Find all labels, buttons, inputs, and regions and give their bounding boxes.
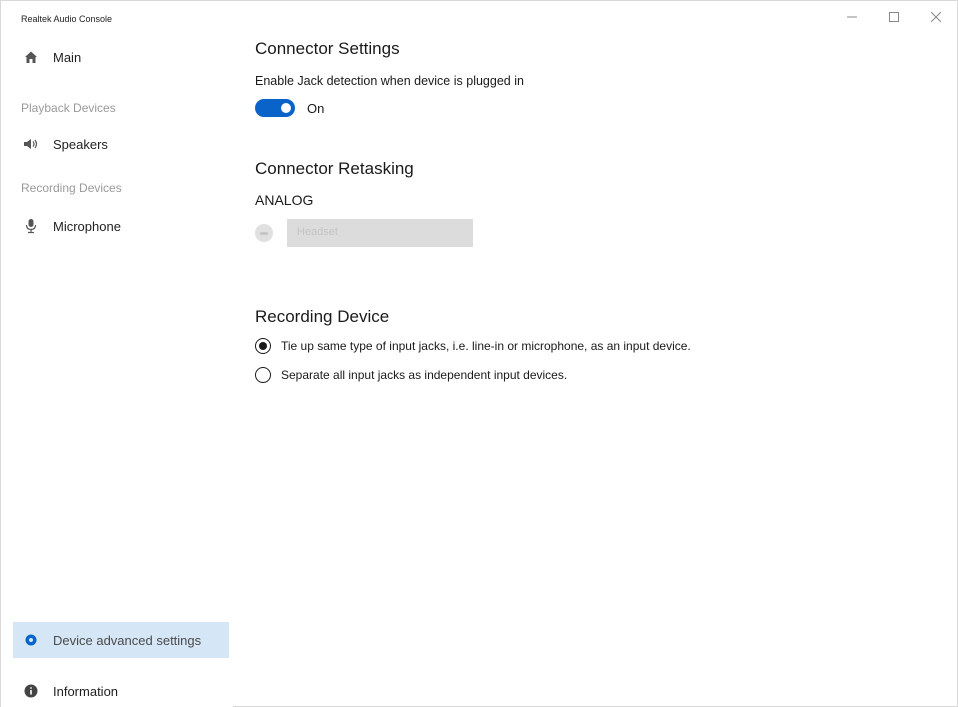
sidebar-item-speakers[interactable]: Speakers [1,126,233,162]
toggle-state-label: On [307,100,325,116]
sidebar-item-label: Microphone [53,218,121,234]
microphone-icon [23,218,39,234]
recording-device-heading: Recording Device [255,307,390,326]
retasking-row: Headset [255,219,473,247]
radio-tie-up-jacks[interactable]: Tie up same type of input jacks, i.e. li… [255,338,691,354]
sidebar-item-main[interactable]: Main [1,39,233,75]
jack-detection-toggle[interactable] [255,99,295,117]
jack-detection-toggle-row[interactable]: On [255,99,324,117]
sidebar-item-label: Information [53,683,119,699]
gear-icon [23,632,39,648]
speaker-icon [23,136,39,152]
analog-label: ANALOG [255,192,314,208]
retasking-select: Headset [287,219,473,247]
sidebar-item-label: Main [53,49,82,65]
minimize-button[interactable] [831,1,873,33]
window-controls [831,1,957,33]
sidebar-item-information[interactable]: Information [1,673,233,707]
app-title: Realtek Audio Console [21,14,113,24]
sidebar-item-label: Speakers [53,136,108,152]
maximize-icon [889,12,899,22]
title-bar: Realtek Audio Console [1,1,957,33]
radio-button-checked[interactable] [255,338,271,354]
minimize-icon [847,16,857,18]
app-window: Realtek Audio Console Main Playback Devi… [0,0,958,707]
sidebar-item-device-advanced-settings[interactable]: Device advanced settings [13,622,229,658]
maximize-button[interactable] [873,1,915,33]
home-icon [23,49,39,65]
connector-retasking-heading: Connector Retasking [255,159,414,178]
close-button[interactable] [915,1,957,33]
radio-button-unchecked[interactable] [255,367,271,383]
sidebar-item-label: Device advanced settings [53,632,202,648]
jack-icon [255,224,273,242]
radio-label: Tie up same type of input jacks, i.e. li… [281,339,691,353]
radio-separate-jacks[interactable]: Separate all input jacks as independent … [255,367,567,383]
close-icon [931,12,941,22]
sidebar-item-microphone[interactable]: Microphone [1,208,233,244]
info-icon [23,683,39,699]
recording-section-label: Recording Devices [21,181,122,195]
playback-section-label: Playback Devices [21,101,116,115]
jack-detection-description: Enable Jack detection when device is plu… [255,74,524,88]
radio-label: Separate all input jacks as independent … [281,368,568,382]
sidebar: Main Playback Devices Speakers Recording… [1,33,233,707]
connector-settings-heading: Connector Settings [255,39,400,58]
